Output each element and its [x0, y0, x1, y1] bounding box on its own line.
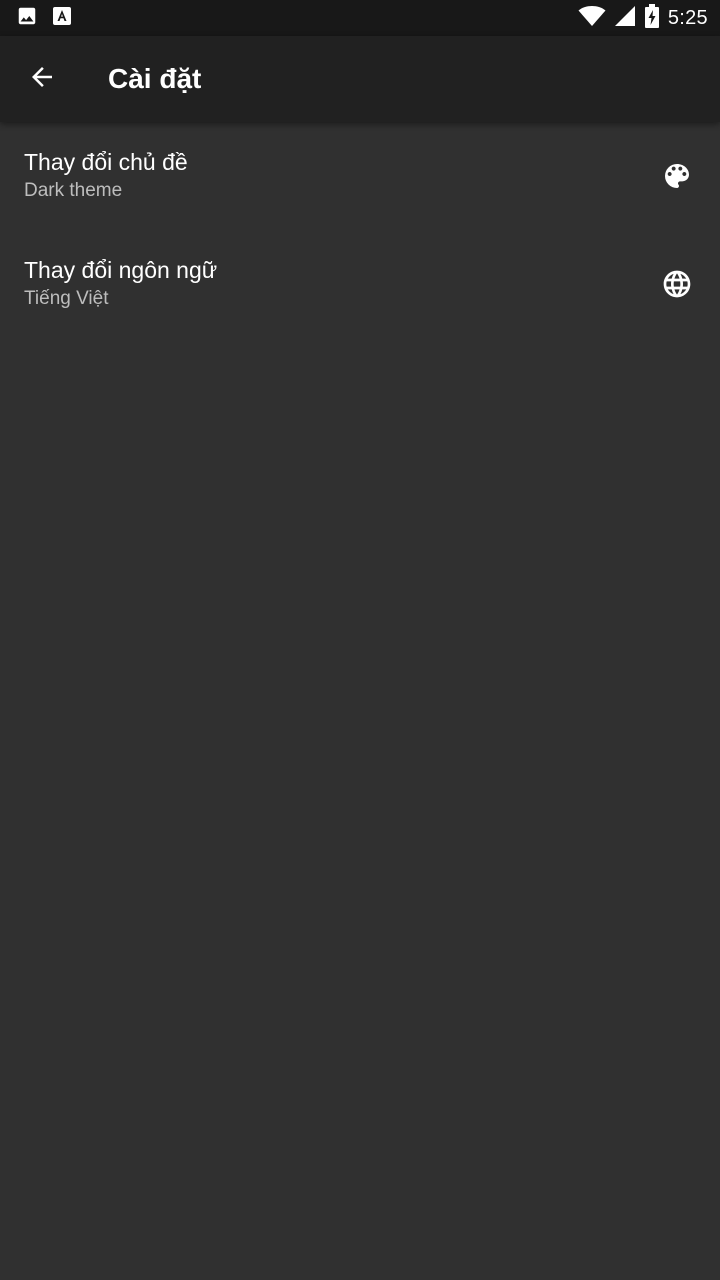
wifi-icon	[578, 5, 606, 32]
settings-item-text: Thay đổi ngôn ngữ Tiếng Việt	[24, 255, 217, 313]
back-button[interactable]	[14, 51, 70, 107]
status-time: 5:25	[667, 6, 708, 29]
palette-icon	[660, 159, 694, 193]
settings-item-subtitle: Tiếng Việt	[24, 288, 109, 309]
app-a-icon	[52, 6, 72, 31]
arrow-back-icon	[27, 62, 57, 97]
status-bar: 5:25	[0, 0, 720, 36]
settings-item-title: Thay đổi chủ đề	[24, 149, 188, 175]
settings-item-subtitle: Dark theme	[24, 180, 123, 201]
settings-item-title: Thay đổi ngôn ngữ	[24, 257, 218, 283]
status-left-icons	[16, 5, 86, 32]
battery-charging-icon	[644, 3, 660, 33]
app-bar: Cài đặt	[0, 36, 720, 122]
settings-list: Thay đổi chủ đề Dark theme Thay đổi ngôn…	[0, 122, 720, 338]
image-icon	[16, 5, 38, 32]
settings-item-language[interactable]: Thay đổi ngôn ngữ Tiếng Việt	[0, 230, 720, 338]
settings-item-text: Thay đổi chủ đề Dark theme	[24, 147, 188, 205]
globe-icon	[660, 267, 694, 301]
settings-item-theme[interactable]: Thay đổi chủ đề Dark theme	[0, 122, 720, 230]
cell-signal-icon	[614, 5, 636, 32]
status-right-icons: 5:25	[570, 3, 708, 33]
page-title: Cài đặt	[108, 63, 202, 94]
